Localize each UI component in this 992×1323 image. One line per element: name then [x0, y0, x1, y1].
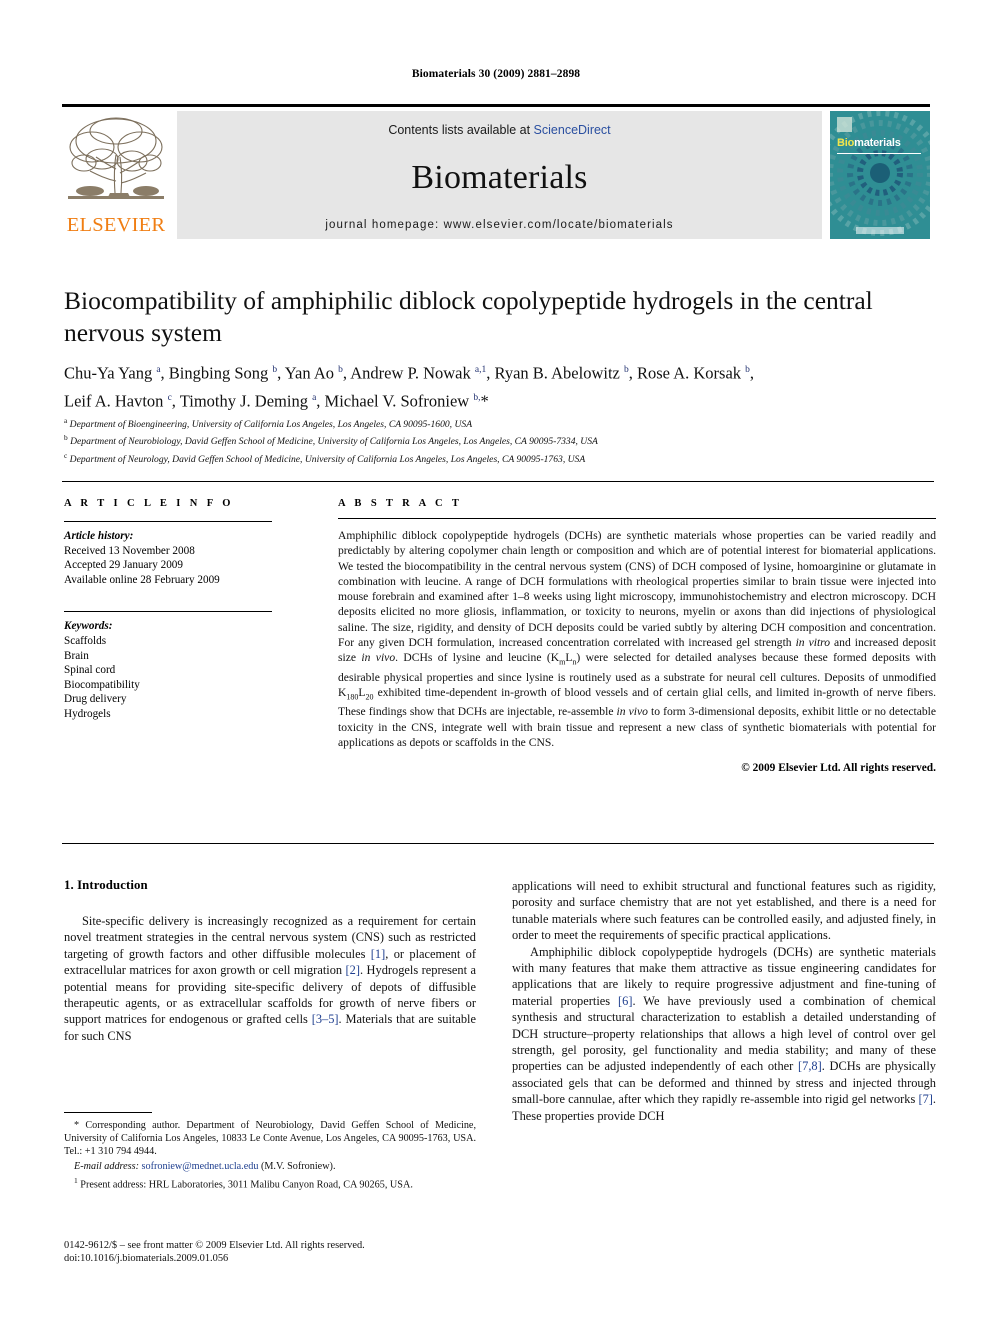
- email-owner: (M.V. Sofroniew).: [260, 1160, 336, 1172]
- journal-article-page: Biomaterials 30 (2009) 2881–2898 ELSEVIE…: [0, 0, 992, 1323]
- journal-homepage-link[interactable]: journal homepage: www.elsevier.com/locat…: [177, 219, 822, 231]
- footnote-rule: [64, 1112, 152, 1113]
- journal-masthead: ELSEVIER Contents lists available at Sci…: [62, 104, 930, 240]
- author-line-2: Leif A. Havton c, Timothy J. Deming a, M…: [64, 391, 489, 410]
- affiliation-item: b Department of Neurobiology, David Geff…: [64, 433, 598, 448]
- intro-paragraph: Site-specific delivery is increasingly r…: [64, 914, 477, 1043]
- contents-available-line: Contents lists available at ScienceDirec…: [177, 111, 822, 137]
- journal-cover-thumbnail: Biomaterials: [830, 111, 930, 239]
- introduction-heading: 1. Introduction: [64, 878, 148, 892]
- keyword-item: Brain: [64, 649, 89, 662]
- email-link[interactable]: sofroniew@mednet.ucla.edu: [142, 1161, 259, 1172]
- affiliation-item: c Department of Neurology, David Geffen …: [64, 450, 586, 465]
- abstract-heading: A B S T R A C T: [338, 498, 463, 509]
- journal-center-panel: Contents lists available at ScienceDirec…: [177, 111, 822, 239]
- keyword-item: Drug delivery: [64, 693, 127, 706]
- info-band-bottom-rule: [62, 843, 934, 844]
- elsevier-tree-icon: [68, 117, 164, 199]
- affiliation-list: a Department of Bioengineering, Universi…: [64, 414, 944, 466]
- article-info-rule: [64, 521, 272, 522]
- info-band-top-rule: [62, 481, 934, 482]
- intro-paragraph-continued: applications will need to exhibit struct…: [512, 879, 936, 943]
- keywords-block: Keywords: Scaffolds Brain Spinal cord Bi…: [64, 619, 304, 721]
- keywords-rule: [64, 611, 272, 613]
- article-history-block: Article history: Received 13 November 20…: [64, 529, 304, 587]
- author-line-1: Chu-Ya Yang a, Bingbing Song b, Yan Ao b…: [64, 363, 755, 383]
- corresponding-author-note: * Corresponding author. Department of Ne…: [64, 1120, 476, 1158]
- abstract-copyright: © 2009 Elsevier Ltd. All rights reserved…: [741, 762, 936, 775]
- cover-elsevier-mark: [837, 117, 852, 132]
- article-info-heading: A R T I C L E I N F O: [64, 498, 234, 509]
- doi-line: doi:10.1016/j.biomaterials.2009.01.056: [64, 1253, 229, 1265]
- article-history-item: Accepted 29 January 2009: [64, 559, 183, 572]
- issn-front-matter: 0142-9612/$ – see front matter © 2009 El…: [64, 1240, 365, 1251]
- article-title: Biocompatibility of amphiphilic diblock …: [64, 286, 873, 347]
- elsevier-wordmark: ELSEVIER: [66, 214, 166, 236]
- present-address-note: 1 Present address: HRL Laboratories, 301…: [74, 1175, 413, 1191]
- cover-journal-title: Biomaterials: [837, 137, 901, 149]
- contents-prefix: Contents lists available at: [388, 123, 534, 137]
- keywords-label: Keywords:: [64, 620, 113, 633]
- article-history-item: Received 13 November 2008: [64, 544, 195, 557]
- sciencedirect-link[interactable]: ScienceDirect: [534, 123, 611, 137]
- abstract-column: A B S T R A C T Amphiphilic diblock copo…: [338, 498, 936, 774]
- keyword-item: Biocompatibility: [64, 678, 140, 691]
- affiliation-item: a Department of Bioengineering, Universi…: [64, 416, 473, 431]
- article-history-item: Available online 28 February 2009: [64, 573, 220, 586]
- article-history-label: Article history:: [64, 530, 134, 542]
- body-column-left: 1. Introduction Site-specific delivery i…: [64, 878, 476, 1044]
- cover-title-materials: materials: [854, 137, 901, 149]
- email-label: E-mail address:: [74, 1160, 139, 1172]
- author-list: Chu-Ya Yang a, Bingbing Song b, Yan Ao b…: [64, 358, 936, 413]
- keyword-item: Scaffolds: [64, 634, 107, 647]
- journal-title: Biomaterials: [411, 159, 588, 196]
- elsevier-logo: ELSEVIER: [62, 111, 170, 239]
- footnote-block: * Corresponding author. Department of Ne…: [64, 1119, 476, 1192]
- abstract-text: Amphiphilic diblock copolypeptide hydrog…: [338, 529, 937, 749]
- intro-paragraph: Amphiphilic diblock copolypeptide hydrog…: [512, 944, 936, 1123]
- cover-footer-band: [856, 227, 904, 234]
- article-info-column: A R T I C L E I N F O Article history: R…: [64, 498, 304, 722]
- email-note: E-mail address: sofroniew@mednet.ucla.ed…: [64, 1160, 476, 1173]
- body-column-right: applications will need to exhibit struct…: [512, 878, 936, 1124]
- cover-title-bio: Bio: [837, 137, 855, 149]
- abstract-rule: [338, 518, 936, 519]
- cover-divider: [837, 153, 921, 154]
- keyword-item: Spinal cord: [64, 664, 116, 677]
- imprint-block: 0142-9612/$ – see front matter © 2009 El…: [64, 1239, 504, 1266]
- running-head: Biomaterials 30 (2009) 2881–2898: [411, 68, 581, 80]
- keyword-item: Hydrogels: [64, 707, 111, 720]
